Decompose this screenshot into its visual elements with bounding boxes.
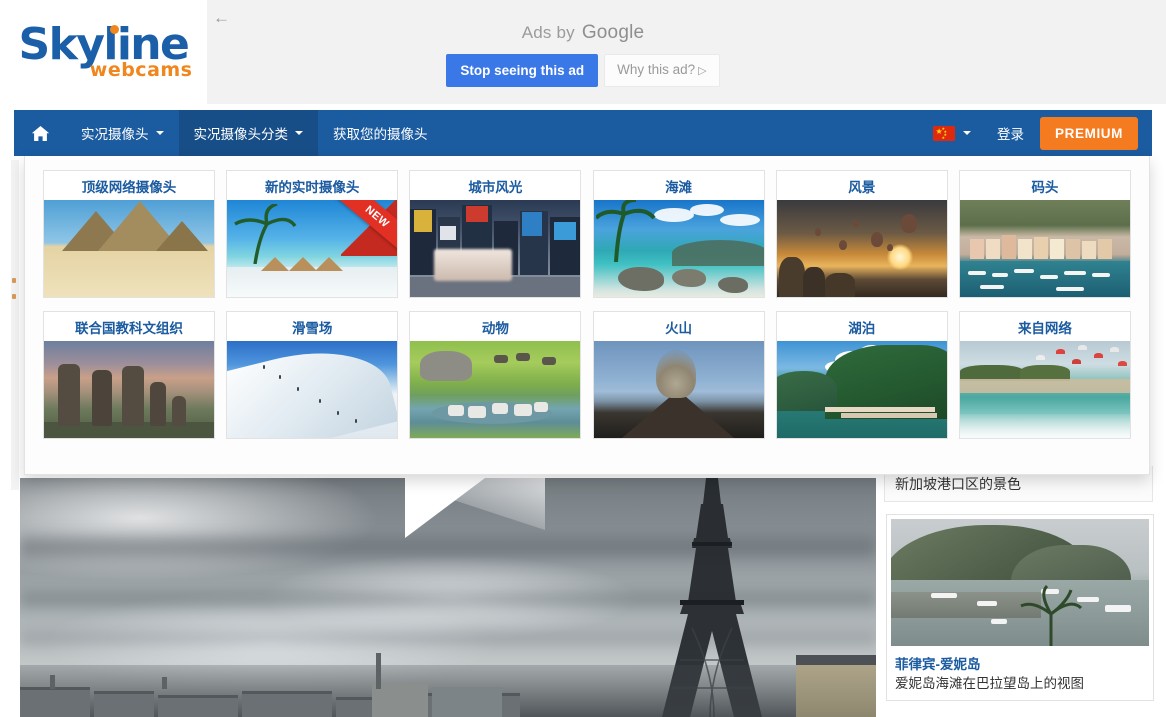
mega-menu-row: 联合国教科文组织 滑雪场 动物 火山 湖泊 来自网络 xyxy=(43,311,1131,439)
category-card-volcanoes[interactable]: 火山 xyxy=(592,311,765,439)
right-building xyxy=(796,655,876,717)
left-marker-dots xyxy=(12,278,16,310)
ads-by-text: Ads by xyxy=(521,23,575,42)
nav-item-label: 获取您的摄像头 xyxy=(333,127,428,142)
category-thumbnail-lake xyxy=(776,341,947,438)
category-label: 城市风光 xyxy=(468,179,523,195)
sidebar-caption-text: 新加坡港口区的景色 xyxy=(895,475,1021,492)
sidebar-webcam-card[interactable]: 菲律宾-爱妮岛 爱妮岛海滩在巴拉望岛上的视图 xyxy=(886,514,1154,701)
category-label: 风景 xyxy=(848,179,876,195)
why-this-ad-button[interactable]: Why this ad? ▷ xyxy=(604,54,720,87)
categories-mega-menu: 顶级网络摄像头 新的实时摄像头 NEW 城市风光 海滩 风景 码头 联合国教科文… xyxy=(24,156,1150,475)
chevron-down-icon xyxy=(295,131,303,135)
main-navbar: 实况摄像头 实况摄像头分类 获取您的摄像头 ★ ★ ★ ★ ★ 登录 PREMIUM xyxy=(14,110,1152,156)
navbar-left-group: 实况摄像头 实况摄像头分类 获取您的摄像头 xyxy=(14,110,443,156)
category-label: 动物 xyxy=(481,320,509,336)
video-corner-fold xyxy=(405,478,485,538)
chevron-down-icon xyxy=(155,131,164,135)
play-triangle-icon: ▷ xyxy=(698,65,707,77)
palm-tree-icon xyxy=(1020,584,1083,646)
category-card-lakes[interactable]: 湖泊 xyxy=(775,311,948,439)
nav-home-button[interactable] xyxy=(14,110,66,156)
category-card-ski-resorts[interactable]: 滑雪场 xyxy=(226,311,399,439)
paris-rooftops xyxy=(20,653,640,717)
category-label: 湖泊 xyxy=(848,320,876,336)
category-card-beaches[interactable]: 海滩 xyxy=(592,170,765,298)
category-thumbnail-moai xyxy=(44,341,214,438)
mega-menu-row: 顶级网络摄像头 新的实时摄像头 NEW 城市风光 海滩 风景 码头 xyxy=(43,170,1131,298)
chevron-down-icon xyxy=(963,131,972,135)
nav-item-label: 实况摄像头 xyxy=(81,127,149,142)
category-thumbnail-cappadocia xyxy=(776,200,947,297)
sidebar-card-title: 菲律宾-爱妮岛 xyxy=(895,657,981,672)
palm-tree-icon xyxy=(234,204,297,264)
category-label: 码头 xyxy=(1031,179,1059,195)
category-card-animals[interactable]: 动物 xyxy=(409,311,582,439)
navbar-right-group: ★ ★ ★ ★ ★ 登录 PREMIUM xyxy=(923,110,1152,156)
category-thumbnail-pyramids xyxy=(44,200,214,297)
category-label: 海滩 xyxy=(665,179,693,195)
home-icon xyxy=(31,125,50,142)
category-card-from-the-web[interactable]: 来自网络 xyxy=(958,311,1131,439)
language-selector[interactable]: ★ ★ ★ ★ ★ xyxy=(923,125,981,141)
category-label: 顶级网络摄像头 xyxy=(81,179,177,195)
category-card-harbours[interactable]: 码头 xyxy=(958,170,1131,298)
category-card-landscapes[interactable]: 风景 xyxy=(775,170,948,298)
page-root: ← Ads by Google Stop seeing this ad Why … xyxy=(0,0,1166,717)
logo-dot-icon xyxy=(109,25,119,34)
nav-item-webcam-categories[interactable]: 实况摄像头分类 xyxy=(178,110,318,156)
china-flag-icon: ★ ★ ★ ★ ★ xyxy=(933,125,956,141)
category-card-new-webcams[interactable]: 新的实时摄像头 NEW xyxy=(226,170,399,298)
page-left-edge xyxy=(11,160,19,490)
site-logo[interactable]: Skyline webcams xyxy=(0,0,207,104)
google-wordmark: Google xyxy=(581,22,645,43)
webcam-player[interactable] xyxy=(20,478,876,717)
sidebar-card-description: 爱妮岛海滩在巴拉望岛上的视图 xyxy=(895,676,1084,691)
palm-tree-icon xyxy=(595,200,656,262)
stop-seeing-this-ad-button[interactable]: Stop seeing this ad xyxy=(446,54,599,87)
right-sidebar: 新加坡港口区的景色 菲律宾-爱妮岛 爱妮岛海滩在巴拉望岛上的视图 xyxy=(884,466,1156,717)
category-label: 联合国教科文组织 xyxy=(75,320,183,336)
sidebar-card-thumbnail xyxy=(891,519,1149,646)
category-thumbnail-safari xyxy=(410,341,581,438)
nav-item-label: 实况摄像头分类 xyxy=(193,127,289,142)
category-label: 来自网络 xyxy=(1017,320,1072,336)
category-label: 滑雪场 xyxy=(291,320,333,336)
category-thumbnail-city-street xyxy=(410,200,581,297)
category-card-top-webcams[interactable]: 顶级网络摄像头 xyxy=(43,170,215,298)
category-card-unesco[interactable]: 联合国教科文组织 xyxy=(43,311,215,439)
category-thumbnail-volcano xyxy=(593,341,764,438)
category-thumbnail-beach-huts: NEW xyxy=(227,200,398,297)
category-thumbnail-tropical-beach xyxy=(593,200,764,297)
category-label: 新的实时摄像头 xyxy=(264,179,360,195)
category-label: 火山 xyxy=(665,320,693,336)
category-thumbnail-kitesurfing xyxy=(959,341,1130,438)
ad-panel xyxy=(207,0,1166,104)
nav-item-add-your-webcam[interactable]: 获取您的摄像头 xyxy=(318,110,443,156)
nav-item-live-webcams[interactable]: 实况摄像头 xyxy=(66,110,179,156)
why-this-ad-label: Why this ad? xyxy=(617,62,696,77)
login-link[interactable]: 登录 xyxy=(981,123,1040,143)
premium-button[interactable]: PREMIUM xyxy=(1040,116,1138,150)
category-thumbnail-ski-slope xyxy=(227,341,398,438)
category-thumbnail-harbor xyxy=(959,200,1130,297)
category-card-cityscapes[interactable]: 城市风光 xyxy=(409,170,582,298)
